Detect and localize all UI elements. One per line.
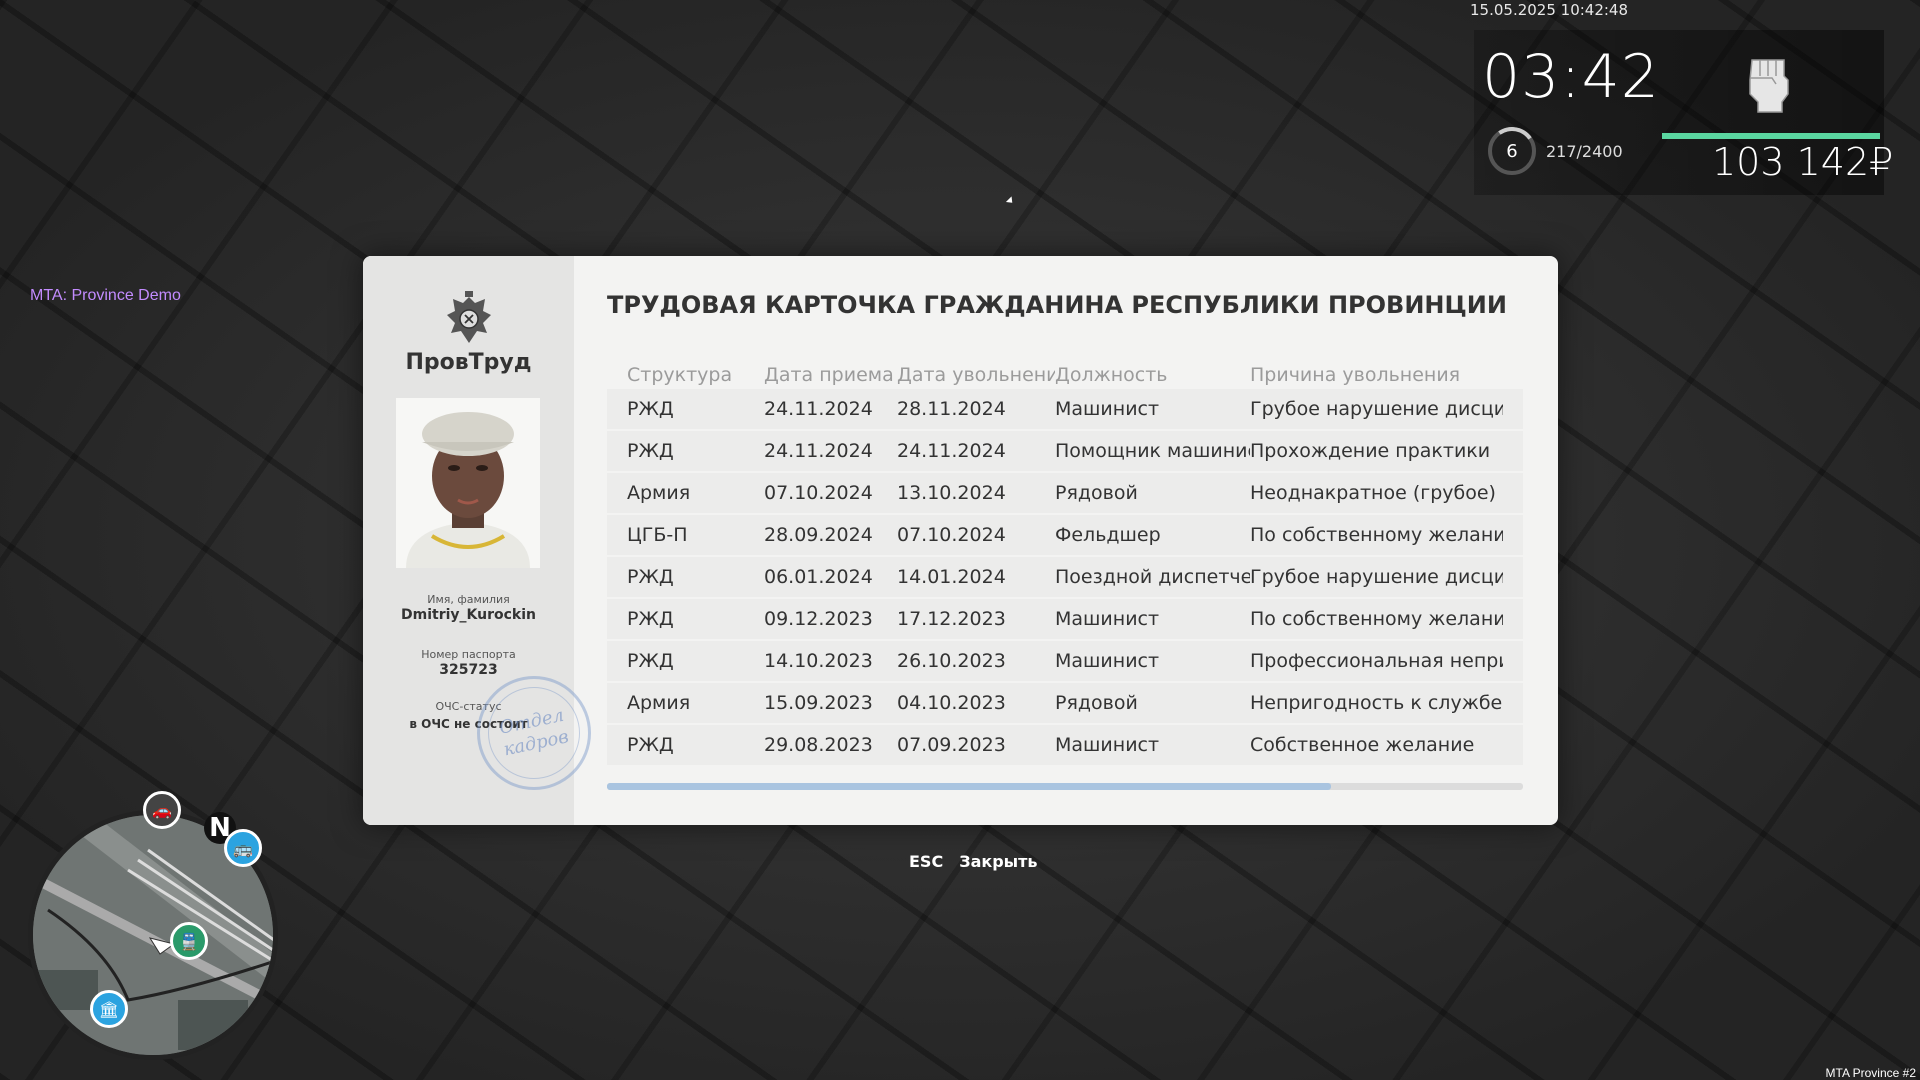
cell-reason: Неоднакратное (грубое) нар [1250, 482, 1503, 504]
cell-dismissal-date: 07.09.2023 [897, 734, 1006, 756]
train-icon: 🚆 [170, 922, 208, 960]
close-button[interactable]: Закрыть [959, 852, 1037, 871]
cell-reason: По собственному желанию [1250, 608, 1503, 630]
xp-counter: 217/2400 [1546, 142, 1623, 161]
column-header-hire-date: Дата приема [764, 364, 894, 386]
cell-structure: РЖД [627, 608, 674, 630]
server-label: MTA: Province Demo [30, 287, 181, 304]
column-header-position: Должность [1055, 364, 1168, 386]
cell-position: Рядовой [1055, 692, 1138, 714]
table-row[interactable]: ЦГБ-П 28.09.2024 07.10.2024 Фельдшер По собс… [607, 515, 1523, 557]
cell-reason: Грубое нарушение дисциплин [1250, 566, 1503, 588]
passport-label: Номер паспорта [421, 648, 516, 661]
cell-dismissal-date: 17.12.2023 [897, 608, 1006, 630]
cell-dismissal-date: 07.10.2024 [897, 524, 1006, 546]
cell-reason: Профессиональная непригод [1250, 650, 1503, 672]
column-header-dismissal-date: Дата увольнени [897, 364, 1055, 386]
column-header-reason: Причина увольнения [1250, 364, 1461, 386]
cell-position: Фельдшер [1055, 524, 1161, 546]
citizen-photo [396, 398, 540, 568]
table-row[interactable]: Армия 15.09.2023 04.10.2023 Рядовой Непригод… [607, 683, 1523, 725]
close-hint[interactable]: ESC Закрыть [909, 852, 1054, 871]
cell-reason: Прохождение практики [1250, 440, 1491, 462]
avatar [396, 398, 540, 568]
cell-reason: По собственному желанию [1250, 524, 1503, 546]
passport-value: 325723 [439, 662, 498, 678]
cell-hire-date: 15.09.2023 [764, 692, 873, 714]
watermark: MTA Province #2 [1825, 1066, 1916, 1080]
cell-dismissal-date: 13.10.2024 [897, 482, 1006, 504]
fist-icon [1749, 59, 1789, 113]
table-header: Структура Дата приема Дата увольнени Дол… [607, 361, 1523, 389]
cell-structure: РЖД [627, 650, 674, 672]
cell-hire-date: 24.11.2024 [764, 440, 873, 462]
cell-hire-date: 28.09.2024 [764, 524, 873, 546]
emblem-icon [447, 291, 491, 343]
org-name: ПровТруд [405, 350, 532, 375]
cell-reason: Собственное желание [1250, 734, 1475, 756]
cell-hire-date: 29.08.2023 [764, 734, 873, 756]
table-body: РЖД 24.11.2024 28.11.2024 Машинист Грубое на… [607, 389, 1523, 767]
cell-position: Машинист [1055, 734, 1160, 756]
cell-dismissal-date: 14.01.2024 [897, 566, 1006, 588]
cell-hire-date: 07.10.2024 [764, 482, 873, 504]
hud-clock: 03:42 [1482, 42, 1660, 112]
employment-card-window: ПровТруд Имя, фамилия Dmitriy_Kurockin Н… [363, 256, 1558, 825]
cell-reason: Непригодность к службе. [1250, 692, 1503, 714]
health-bar [1662, 133, 1880, 139]
employment-table[interactable]: Структура Дата приема Дата увольнени Дол… [607, 361, 1523, 767]
cell-dismissal-date: 04.10.2023 [897, 692, 1006, 714]
card-content: ТРУДОВАЯ КАРТОЧКА ГРАЖДАНИНА РЕСПУБЛИКИ … [574, 256, 1558, 825]
cell-position: Машинист [1055, 398, 1160, 420]
table-row[interactable]: РЖД 24.11.2024 24.11.2024 Помощник машинис П… [607, 431, 1523, 473]
scrollbar-thumb[interactable] [607, 783, 1331, 790]
column-header-structure: Структура [627, 364, 733, 386]
cell-structure: РЖД [627, 734, 674, 756]
cell-dismissal-date: 26.10.2023 [897, 650, 1006, 672]
cell-structure: Армия [627, 692, 691, 714]
table-row[interactable]: РЖД 14.10.2023 26.10.2023 Машинист Профессио… [607, 641, 1523, 683]
money-display: 103 142₽ [1712, 140, 1894, 184]
mouse-cursor [1005, 196, 1016, 206]
cell-structure: РЖД [627, 398, 674, 420]
card-title: ТРУДОВАЯ КАРТОЧКА ГРАЖДАНИНА РЕСПУБЛИКИ … [607, 291, 1507, 319]
health-bar-fill [1662, 133, 1880, 139]
cell-structure: Армия [627, 482, 691, 504]
cell-hire-date: 06.01.2024 [764, 566, 873, 588]
level-ring: 6 [1488, 127, 1536, 175]
cell-dismissal-date: 24.11.2024 [897, 440, 1006, 462]
level-value: 6 [1506, 140, 1518, 162]
horizontal-scrollbar[interactable] [607, 783, 1523, 790]
cell-dismissal-date: 28.11.2024 [897, 398, 1006, 420]
name-label: Имя, фамилия [427, 593, 510, 606]
cell-position: Машинист [1055, 608, 1160, 630]
bus-icon: 🚌 [224, 829, 262, 867]
cell-position: Машинист [1055, 650, 1160, 672]
cell-position: Поездной диспетчер [1055, 566, 1250, 588]
table-row[interactable]: Армия 07.10.2024 13.10.2024 Рядовой Неоднакр… [607, 473, 1523, 515]
table-row[interactable]: РЖД 29.08.2023 07.09.2023 Машинист Собственн… [607, 725, 1523, 767]
hud-datetime: 15.05.2025 10:42:48 [1470, 1, 1629, 19]
cell-structure: РЖД [627, 566, 674, 588]
close-key: ESC [909, 852, 944, 871]
cell-hire-date: 24.11.2024 [764, 398, 873, 420]
cell-structure: ЦГБ-П [627, 524, 688, 546]
cell-reason: Грубое нарушение дисциплин [1250, 398, 1503, 420]
cell-position: Помощник машинис [1055, 440, 1250, 462]
table-row[interactable]: РЖД 09.12.2023 17.12.2023 Машинист По собств… [607, 599, 1523, 641]
cell-position: Рядовой [1055, 482, 1138, 504]
table-row[interactable]: РЖД 06.01.2024 14.01.2024 Поездной диспетче… [607, 557, 1523, 599]
car-icon: 🚗 [143, 791, 181, 829]
cell-hire-date: 14.10.2023 [764, 650, 873, 672]
bank-icon: 🏛 [90, 990, 128, 1028]
name-value: Dmitriy_Kurockin [401, 607, 536, 623]
cell-hire-date: 09.12.2023 [764, 608, 873, 630]
cell-structure: РЖД [627, 440, 674, 462]
table-row[interactable]: РЖД 24.11.2024 28.11.2024 Машинист Грубое на… [607, 389, 1523, 431]
